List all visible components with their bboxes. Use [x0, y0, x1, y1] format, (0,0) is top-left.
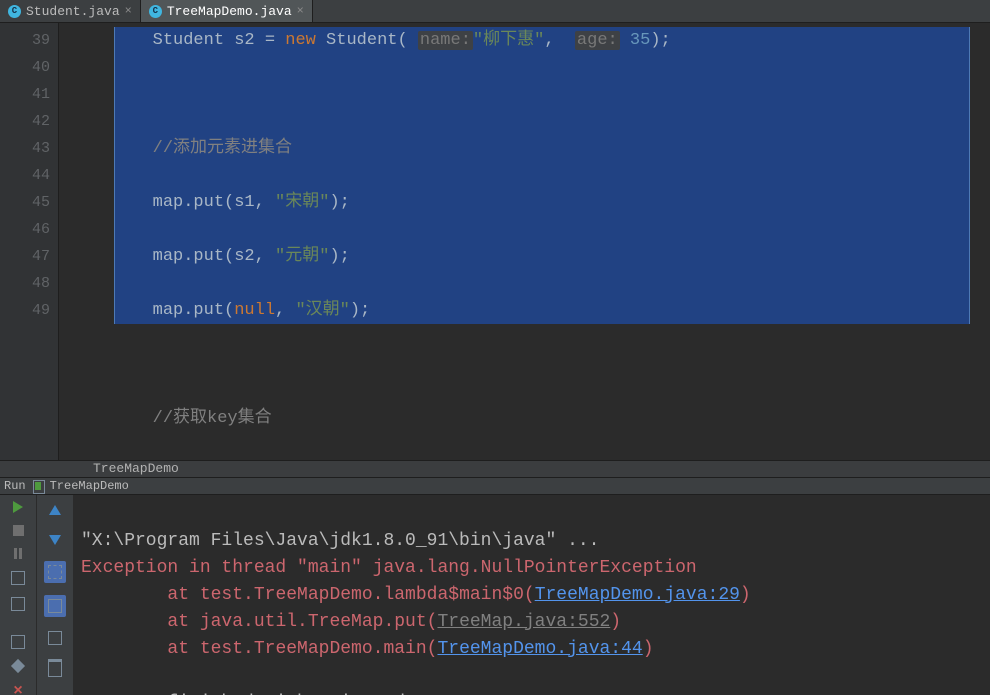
console-output[interactable]: "X:\Program Files\Java\jdk1.8.0_91\bin\j… — [73, 495, 990, 695]
clear-all-button[interactable] — [46, 659, 64, 677]
stack-line: at test.TreeMapDemo.lambda$main$0( — [81, 585, 535, 605]
line-number[interactable]: 48 — [0, 270, 50, 297]
close-tab-icon[interactable]: × — [297, 5, 304, 17]
editor-tab[interactable]: C TreeMapDemo.java × — [141, 0, 313, 22]
java-class-icon: C — [8, 5, 21, 18]
run-config-icon — [31, 479, 45, 493]
source-link[interactable]: TreeMapDemo.java:29 — [535, 585, 740, 605]
console-cmd: "X:\Program Files\Java\jdk1.8.0_91\bin\j… — [81, 531, 599, 551]
java-class-icon: C — [149, 5, 162, 18]
stop-button[interactable] — [9, 525, 27, 536]
breadcrumb-item[interactable]: TreeMapDemo — [93, 461, 179, 476]
comment: //添加元素进集合 — [71, 139, 292, 158]
line-number[interactable]: 44 — [0, 162, 50, 189]
source-link[interactable]: TreeMap.java:552 — [437, 612, 610, 632]
line-number[interactable]: 42 — [0, 108, 50, 135]
keyword-null: null — [234, 301, 275, 320]
tab-label: Student.java — [26, 4, 120, 19]
run-label: Run — [4, 479, 26, 493]
run-toolwindow-header[interactable]: Run TreeMapDemo — [0, 478, 990, 495]
close-tab-icon[interactable]: × — [125, 5, 132, 17]
layout-button[interactable] — [9, 635, 27, 649]
up-stack-button[interactable] — [46, 501, 64, 519]
line-number[interactable]: 45 — [0, 189, 50, 216]
run-config-name: TreeMapDemo — [50, 479, 129, 493]
ide-root: CStudent.java×CTreeMapDemo.java× 3940414… — [0, 0, 990, 695]
stack-line: at test.TreeMapDemo.main( — [81, 639, 437, 659]
run-toolbar-left: × ? — [0, 495, 37, 695]
line-number[interactable]: 40 — [0, 54, 50, 81]
editor-tab[interactable]: C Student.java × — [0, 0, 141, 22]
close-button[interactable]: × — [9, 683, 27, 695]
scroll-to-end-button[interactable] — [44, 595, 66, 617]
code-editor[interactable]: 3940414243444546474849 Student s2 = new … — [0, 23, 990, 460]
rerun-button[interactable] — [9, 501, 27, 513]
source-link[interactable]: TreeMapDemo.java:44 — [437, 639, 642, 659]
line-number[interactable]: 41 — [0, 81, 50, 108]
pause-button[interactable] — [9, 548, 27, 559]
code-text: Student s2 = — [71, 31, 285, 50]
line-number[interactable]: 39 — [0, 27, 50, 54]
line-gutter: 3940414243444546474849 — [0, 23, 59, 460]
run-toolwindow: × ? "X:\Program Files\Java\jdk1.8.0_91\b… — [0, 495, 990, 695]
param-hint: age: — [575, 31, 620, 50]
breadcrumb[interactable]: TreeMapDemo — [0, 460, 990, 478]
keyword-new: new — [285, 31, 316, 50]
soft-wrap-button[interactable] — [44, 561, 66, 583]
comment: //获取key集合 — [71, 409, 272, 428]
stack-line: at java.util.TreeMap.put( — [81, 612, 437, 632]
line-number[interactable]: 49 — [0, 297, 50, 324]
exit-button[interactable] — [9, 597, 27, 611]
code-area[interactable]: Student s2 = new Student( name:"柳下惠", ag… — [59, 23, 990, 460]
editor-tabs: C Student.java × C TreeMapDemo.java × — [0, 0, 990, 23]
line-number[interactable]: 47 — [0, 243, 50, 270]
pin-button[interactable] — [9, 661, 27, 671]
dump-threads-button[interactable] — [9, 571, 27, 585]
tab-label: TreeMapDemo.java — [167, 4, 292, 19]
run-toolbar-right — [37, 495, 73, 695]
print-button[interactable] — [46, 629, 64, 647]
exception-line: Exception in thread "main" java.lang.Nul… — [81, 558, 697, 578]
down-stack-button[interactable] — [46, 531, 64, 549]
param-hint: name: — [418, 31, 473, 50]
line-number[interactable]: 46 — [0, 216, 50, 243]
line-number[interactable]: 43 — [0, 135, 50, 162]
